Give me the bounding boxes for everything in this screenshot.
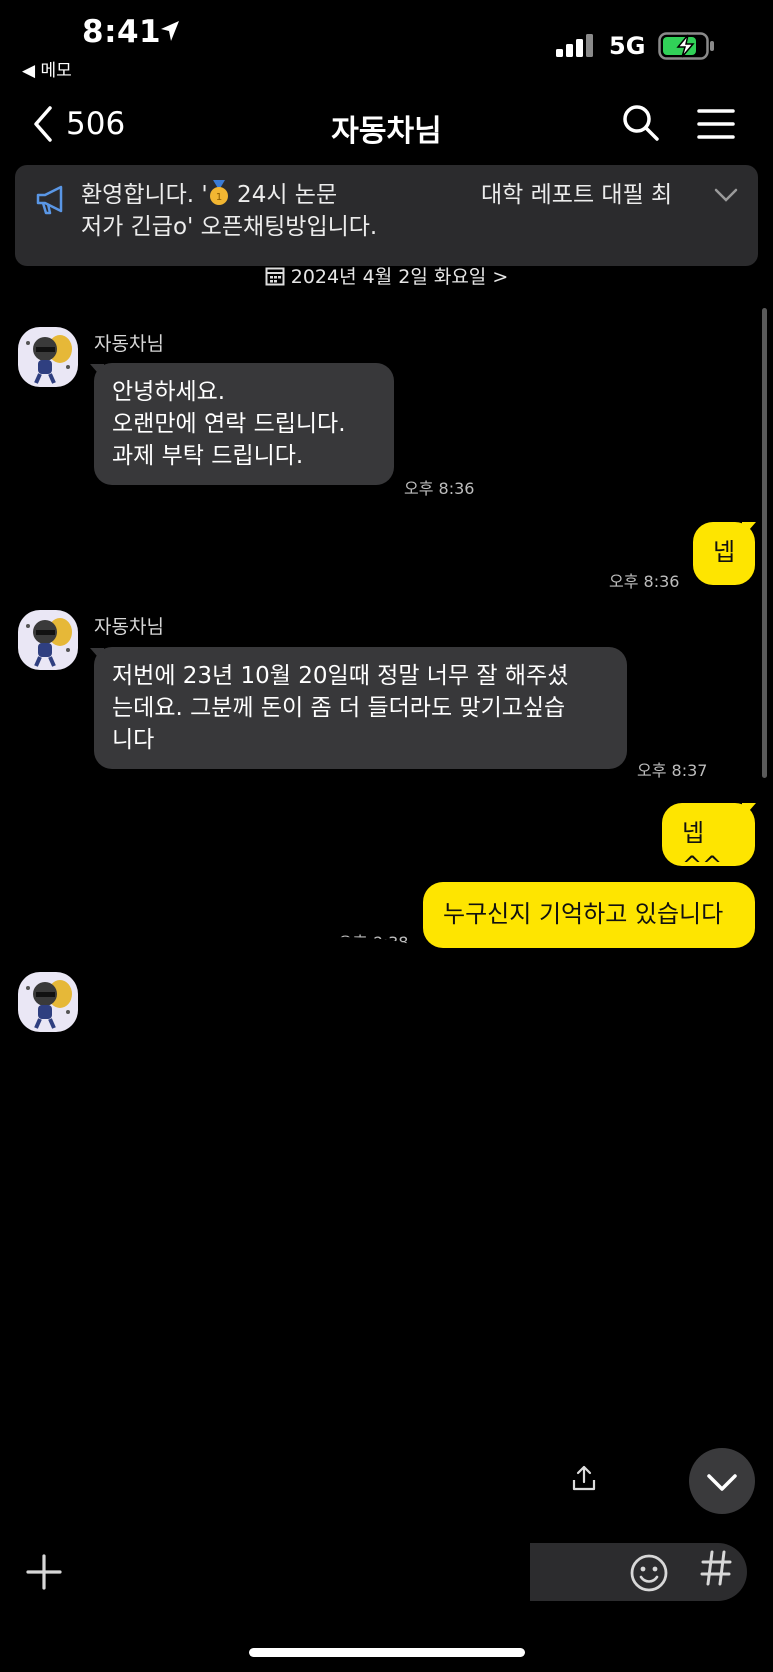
- message-line: 오랜만에 연락 드립니다.: [112, 411, 346, 437]
- network-type: 5G: [609, 32, 646, 60]
- message-timestamp: 오후 8:36: [609, 572, 680, 591]
- notice-line2: 저가 긴급o' 오픈채팅방입니다.: [81, 214, 378, 240]
- location-arrow-icon: [161, 21, 179, 41]
- outgoing-message-bubble[interactable]: 누구신지 기억하고 있습니다: [423, 882, 755, 948]
- profile-character-icon: [26, 618, 72, 667]
- outgoing-message-bubble[interactable]: 넵^^: [662, 803, 755, 879]
- incoming-message-bubble[interactable]: 저번에 23년 10월 20일때 정말 너무 잘 해주셨 는데요. 그분께 돈이…: [94, 647, 627, 769]
- profile-character-icon: [26, 335, 72, 384]
- avatar[interactable]: [18, 610, 78, 670]
- message-timestamp: 오후 8:37: [637, 761, 708, 780]
- message-timestamp: 오후 8:38: [338, 933, 409, 952]
- message-line: 과제 부탁 드립니다.: [112, 443, 304, 469]
- search-icon[interactable]: [622, 104, 660, 142]
- chevron-down-icon[interactable]: [713, 187, 739, 203]
- notice-text: 환영합니다. ' 1 24시 논문 대학 레포트 대필 최 저가 긴급o' 오픈채…: [81, 179, 701, 243]
- status-time: 8:41: [82, 14, 162, 50]
- avatar[interactable]: [18, 972, 78, 1032]
- notice-banner[interactable]: 환영합니다. ' 1 24시 논문 대학 레포트 대필 최 저가 긴급o' 오픈채…: [15, 165, 758, 266]
- date-divider[interactable]: 2024년 4월 2일 화요일 >: [0, 262, 773, 289]
- message-timestamp: 오후 8:36: [404, 479, 475, 498]
- home-indicator[interactable]: [249, 1648, 525, 1657]
- cellular-signal-icon: [556, 34, 593, 57]
- chevron-down-icon: [707, 1474, 737, 1491]
- avatar[interactable]: [18, 327, 78, 387]
- notice-line1-prefix: 환영합니다. ': [81, 182, 208, 208]
- megaphone-icon: [36, 185, 63, 215]
- date-divider-label: 2024년 4월 2일 화요일 >: [290, 266, 509, 288]
- message-line: 니다: [112, 727, 155, 753]
- message-line: 저번에 23년 10월 20일때 정말 너무 잘 해주셨: [112, 663, 569, 689]
- message-line: 안녕하세요.: [112, 379, 226, 405]
- outgoing-message-bubble[interactable]: 넵: [693, 522, 755, 585]
- calendar-icon: [265, 267, 285, 286]
- back-to-app-link[interactable]: ◀ 메모: [22, 56, 72, 81]
- share-icon[interactable]: [570, 1464, 598, 1492]
- scroll-to-bottom-button[interactable]: [689, 1448, 755, 1514]
- hashtag-icon[interactable]: [700, 1548, 732, 1588]
- emoji-icon[interactable]: [629, 1553, 669, 1593]
- gold-medal-icon: 1: [209, 180, 228, 205]
- notice-line1-suffix: 24시 논문: [229, 182, 338, 208]
- sender-name: 자동차님: [94, 333, 164, 355]
- profile-character-icon: [26, 980, 72, 1029]
- hamburger-menu-icon[interactable]: [697, 108, 735, 140]
- plus-icon[interactable]: [26, 1554, 62, 1590]
- sender-name: 자동차님: [94, 616, 164, 638]
- svg-text:1: 1: [216, 192, 222, 203]
- message-line: 는데요. 그분께 돈이 좀 더 들더라도 맞기고싶습: [112, 695, 566, 721]
- scrollbar[interactable]: [762, 308, 767, 778]
- incoming-message-bubble[interactable]: 안녕하세요. 오랜만에 연락 드립니다. 과제 부탁 드립니다.: [94, 363, 394, 485]
- battery-charging-icon: [658, 32, 714, 60]
- redaction-scribble: [25, 937, 662, 1570]
- notice-line1-right: 대학 레포트 대필 최: [481, 182, 673, 208]
